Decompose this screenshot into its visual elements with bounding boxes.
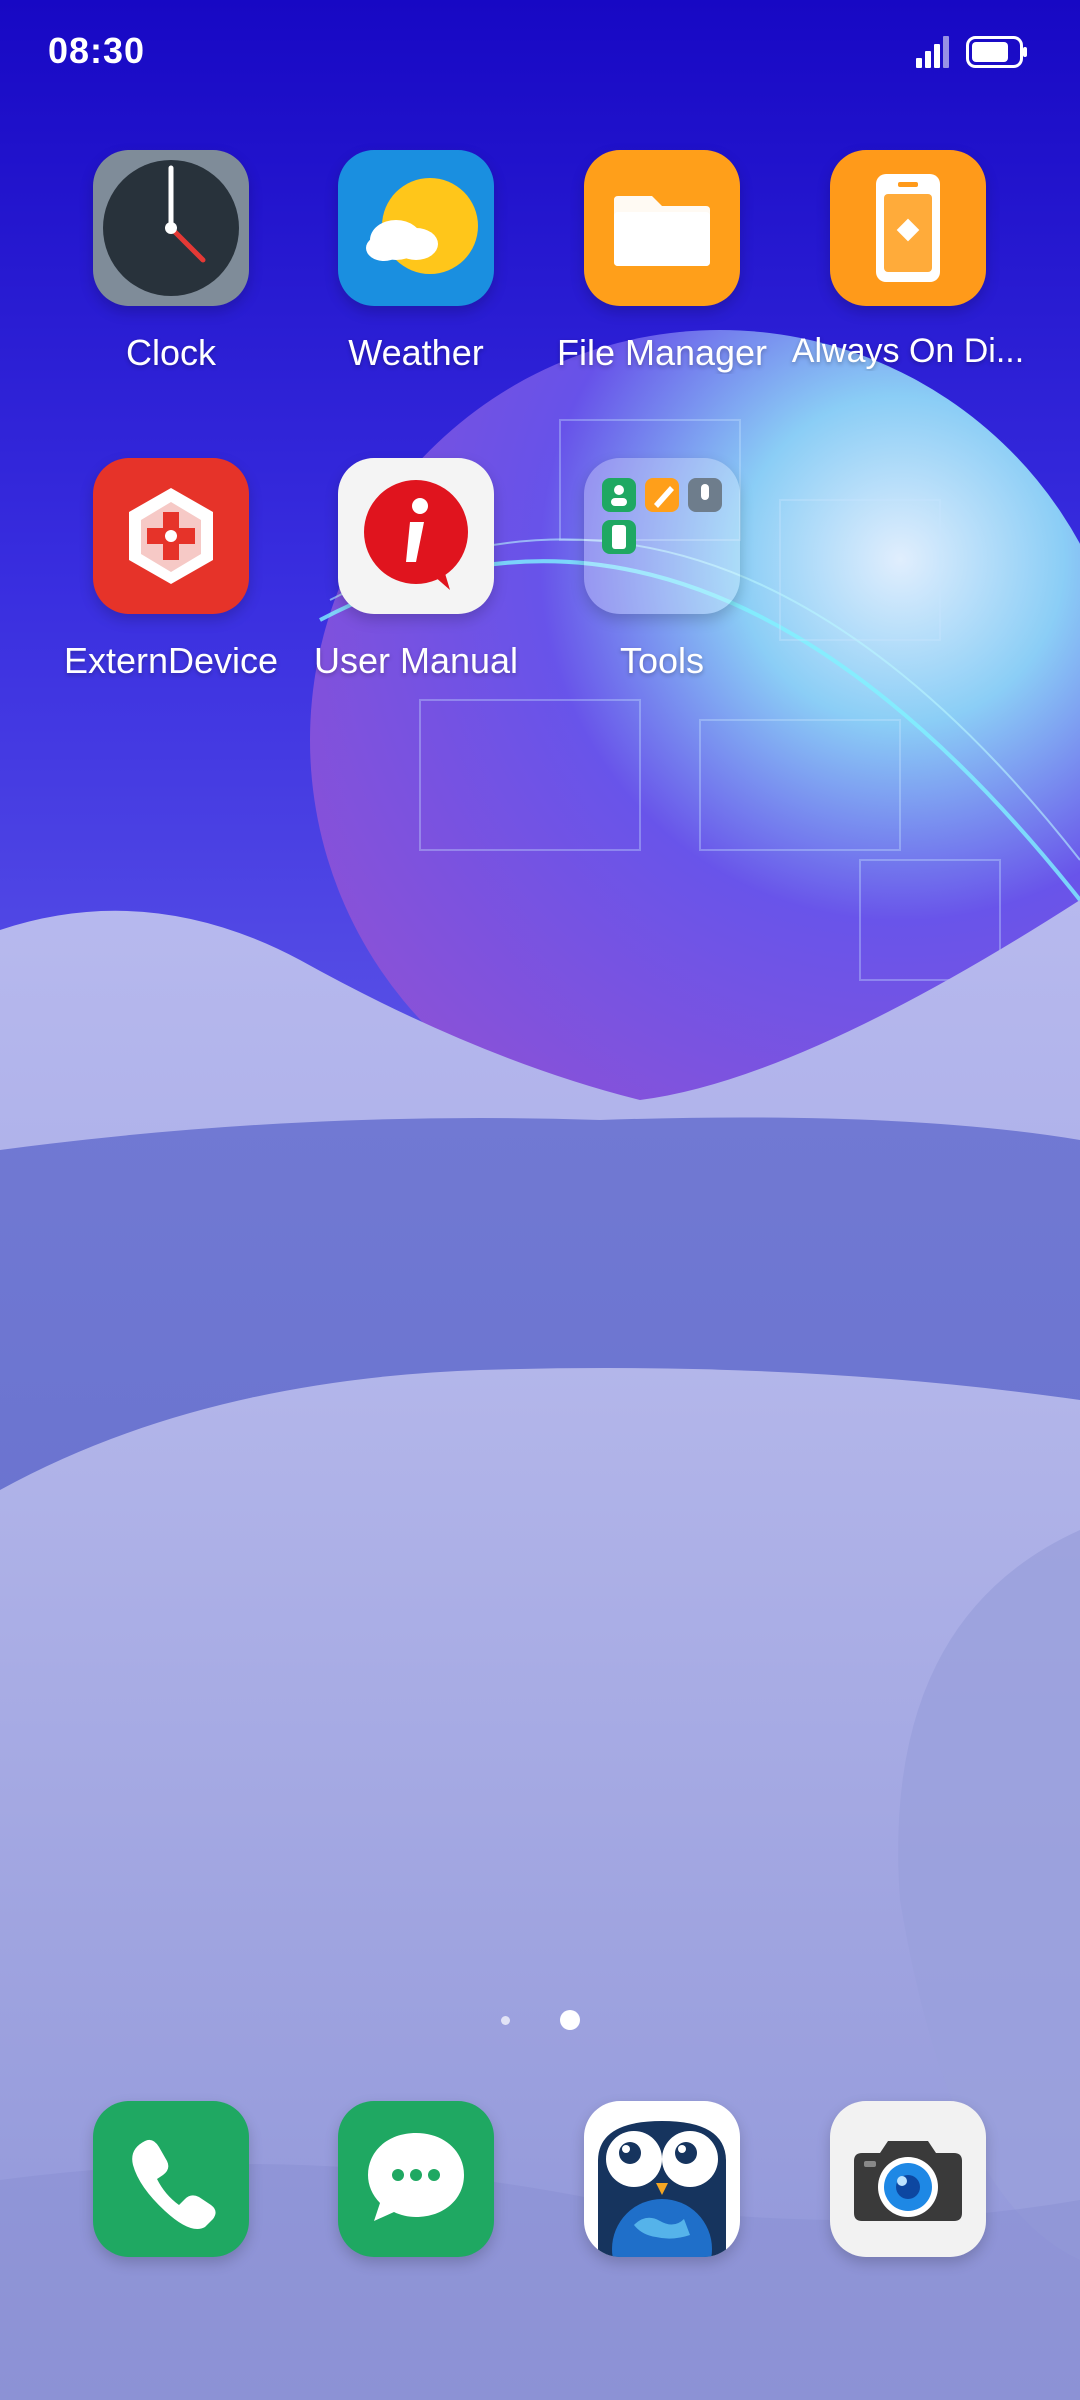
page-dot-2-active[interactable] xyxy=(559,2010,580,2030)
status-bar: 08:30 xyxy=(0,0,1080,110)
page-dot-1[interactable] xyxy=(500,2015,510,2025)
app-tools-folder[interactable]: Tools xyxy=(539,458,785,682)
battery-icon xyxy=(966,36,1028,68)
app-label: Weather xyxy=(348,332,484,373)
clock-icon xyxy=(93,150,249,306)
always-on-display-icon xyxy=(830,150,986,306)
weather-icon xyxy=(338,150,494,306)
dock-camera[interactable] xyxy=(785,2101,1031,2257)
phone-icon xyxy=(93,2101,249,2257)
app-weather[interactable]: Weather xyxy=(293,150,539,374)
messages-icon xyxy=(338,2101,494,2257)
status-icons xyxy=(916,36,1028,68)
app-externdevice[interactable]: ExternDevice xyxy=(48,458,294,682)
folder-tools-icon xyxy=(584,458,740,614)
info-icon xyxy=(338,458,494,614)
app-label: File Manager xyxy=(556,332,768,373)
app-label: Always On Di... xyxy=(791,332,1025,370)
folder-icon xyxy=(584,150,740,306)
app-clock[interactable]: Clock xyxy=(48,150,294,374)
signal-icon xyxy=(916,36,950,68)
status-time: 08:30 xyxy=(48,30,146,71)
dock-owl-app[interactable] xyxy=(539,2101,785,2257)
app-user-manual[interactable]: User Manual xyxy=(293,458,539,682)
app-always-on-display[interactable]: Always On Di... xyxy=(785,150,1031,371)
app-label: ExternDevice xyxy=(63,640,279,681)
dock-phone[interactable] xyxy=(48,2101,294,2257)
externdevice-icon xyxy=(93,458,249,614)
app-label: Clock xyxy=(125,332,217,373)
page-indicator xyxy=(0,2010,1080,2030)
dock-messages[interactable] xyxy=(293,2101,539,2257)
app-label: User Manual xyxy=(313,640,519,681)
app-file-manager[interactable]: File Manager xyxy=(539,150,785,374)
owl-icon xyxy=(584,2101,740,2257)
camera-icon xyxy=(830,2101,986,2257)
app-label: Tools xyxy=(619,640,705,681)
